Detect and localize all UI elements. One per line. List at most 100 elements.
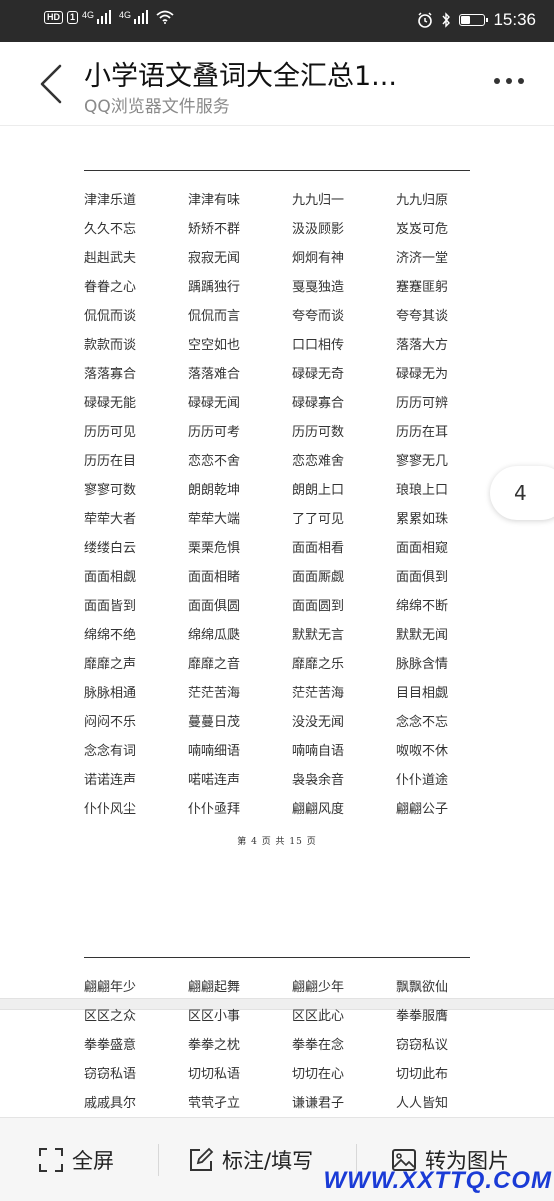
word-cell: 面面俱圆 [188, 599, 241, 614]
back-button[interactable] [30, 60, 70, 108]
site-watermark: WWW.XXTTQ.COM [323, 1167, 552, 1194]
hd-badge: HD [44, 10, 63, 24]
word-cell: 面面厮觑 [292, 570, 345, 585]
fullscreen-button[interactable]: 全屏 [38, 1118, 114, 1201]
word-cell: 茕茕孑立 [188, 1096, 241, 1111]
word-cell: 切切在心 [292, 1067, 345, 1082]
word-cell: 拳拳在念 [292, 1038, 345, 1053]
word-cell: 翩翩风度 [292, 802, 345, 817]
word-cell: 念念不忘 [396, 715, 449, 730]
network-type: 4G [82, 10, 95, 20]
alarm-icon [418, 12, 433, 28]
word-cell: 诺诺连声 [84, 773, 137, 788]
word-cell: 寂寂无闻 [188, 251, 241, 266]
signal-icon: 4G [119, 10, 149, 24]
word-cell: 面面相觑 [84, 570, 137, 585]
word-cell: 蹇蹇匪躬 [396, 280, 449, 295]
word-cell: 空空如也 [188, 338, 241, 353]
word-cell: 岌岌可危 [396, 222, 449, 237]
word-cell: 拳拳之枕 [188, 1038, 241, 1053]
word-cell: 区区小事 [188, 1009, 241, 1024]
word-cell: 戛戛独造 [292, 280, 345, 295]
word-cell: 茫茫苦海 [188, 686, 241, 701]
edit-icon [190, 1147, 214, 1171]
more-options-button[interactable] [494, 78, 524, 84]
word-cell: 累累如珠 [396, 512, 449, 527]
page-divider-line [84, 170, 470, 171]
word-cell: 目目相觑 [396, 686, 449, 701]
word-cell: 夸夸其谈 [396, 309, 449, 324]
word-cell: 戚戚具尔 [84, 1096, 137, 1111]
word-cell: 九九归一 [292, 193, 345, 208]
word-cell: 侃侃而言 [188, 309, 241, 324]
word-cell: 翩翩公子 [396, 802, 449, 817]
word-cell: 区区之众 [84, 1009, 137, 1024]
word-cell: 飘飘欲仙 [396, 980, 449, 995]
word-cell: 面面圆到 [292, 599, 345, 614]
word-cell: 喃喃自语 [292, 744, 345, 759]
word-cell: 翩翩少年 [292, 980, 345, 995]
annotate-label: 标注/填写 [222, 1148, 314, 1173]
word-cell: 脉脉含情 [396, 657, 449, 672]
word-cell: 恋恋难舍 [292, 454, 345, 469]
word-cell: 津津有味 [188, 193, 241, 208]
word-cell: 矫矫不群 [188, 222, 241, 237]
word-cell: 面面相看 [292, 541, 345, 556]
word-cell: 朗朗上口 [292, 483, 345, 498]
signal-icon: 4G [82, 10, 112, 24]
chevron-left-icon [40, 64, 62, 104]
fullscreen-label: 全屏 [72, 1148, 114, 1173]
document-viewer[interactable]: 津津乐道 津津有味 九九归一 九九归原 久久不忘 矫矫不群 汲汲顾影 岌岌可危 赳赳武夫 寂寂无闻… [0, 126, 554, 1116]
word-cell: 历历可辨 [396, 396, 449, 411]
word-cell: 琅琅上口 [396, 483, 449, 498]
word-cell: 碌碌无闻 [188, 396, 241, 411]
word-cell: 窃窃私议 [396, 1038, 449, 1053]
word-cell: 了了可见 [292, 512, 345, 527]
word-cell: 历历可见 [84, 425, 137, 440]
word-cell: 历历在目 [84, 454, 137, 469]
word-cell: 碌碌无奇 [292, 367, 345, 382]
status-left: HD 1 4G 4G [44, 10, 174, 24]
word-cell: 区区此心 [292, 1009, 345, 1024]
word-cell: 落落寡合 [84, 367, 137, 382]
word-cell: 人人皆知 [396, 1096, 449, 1111]
word-cell: 喏喏连声 [188, 773, 241, 788]
word-cell: 靡靡之声 [84, 657, 137, 672]
word-cell: 荦荦大者 [84, 512, 137, 527]
network-type: 4G [119, 10, 132, 20]
bluetooth-icon [442, 12, 451, 28]
word-cell: 蔓蔓日茂 [188, 715, 241, 730]
page-indicator[interactable]: 4 [490, 466, 554, 520]
page-footer: 第 4 页 共 15 页 [237, 837, 317, 847]
wifi-icon [156, 10, 174, 24]
word-cell: 闷闷不乐 [84, 715, 137, 730]
word-cell: 津津乐道 [84, 193, 137, 208]
toolbar-divider [158, 1144, 159, 1176]
fullscreen-icon [39, 1147, 63, 1172]
word-cell: 落落大方 [396, 338, 449, 353]
annotate-button[interactable]: 标注/填写 [188, 1118, 313, 1201]
word-cell: 栗栗危惧 [188, 541, 241, 556]
word-cell: 济济一堂 [396, 251, 449, 266]
word-cell: 谦谦君子 [292, 1096, 345, 1111]
word-cell: 面面相窥 [396, 541, 449, 556]
word-cell: 恋恋不舍 [188, 454, 241, 469]
word-cell: 炯炯有神 [292, 251, 345, 266]
word-cell: 九九归原 [396, 193, 449, 208]
word-cell: 默默无言 [292, 628, 345, 643]
status-right: 15:36 [417, 10, 536, 30]
word-cell: 踽踽独行 [188, 280, 241, 295]
word-cell: 面面皆到 [84, 599, 137, 614]
word-cell: 面面相睹 [188, 570, 241, 585]
word-cell: 寥寥可数 [84, 483, 137, 498]
word-cell: 喃喃细语 [188, 744, 241, 759]
bottom-toolbar: 全屏 标注/填写 转为图片 WWW.XXTTQ.COM [0, 1117, 554, 1201]
word-cell: 历历可数 [292, 425, 345, 440]
word-cell: 拳拳盛意 [84, 1038, 137, 1053]
word-cell: 口口相传 [292, 338, 345, 353]
word-cell: 靡靡之乐 [292, 657, 345, 672]
word-cell: 默默无闻 [396, 628, 449, 643]
word-cell: 落落难合 [188, 367, 241, 382]
word-cell: 袅袅余音 [292, 773, 345, 788]
word-cell: 碌碌无能 [84, 396, 137, 411]
